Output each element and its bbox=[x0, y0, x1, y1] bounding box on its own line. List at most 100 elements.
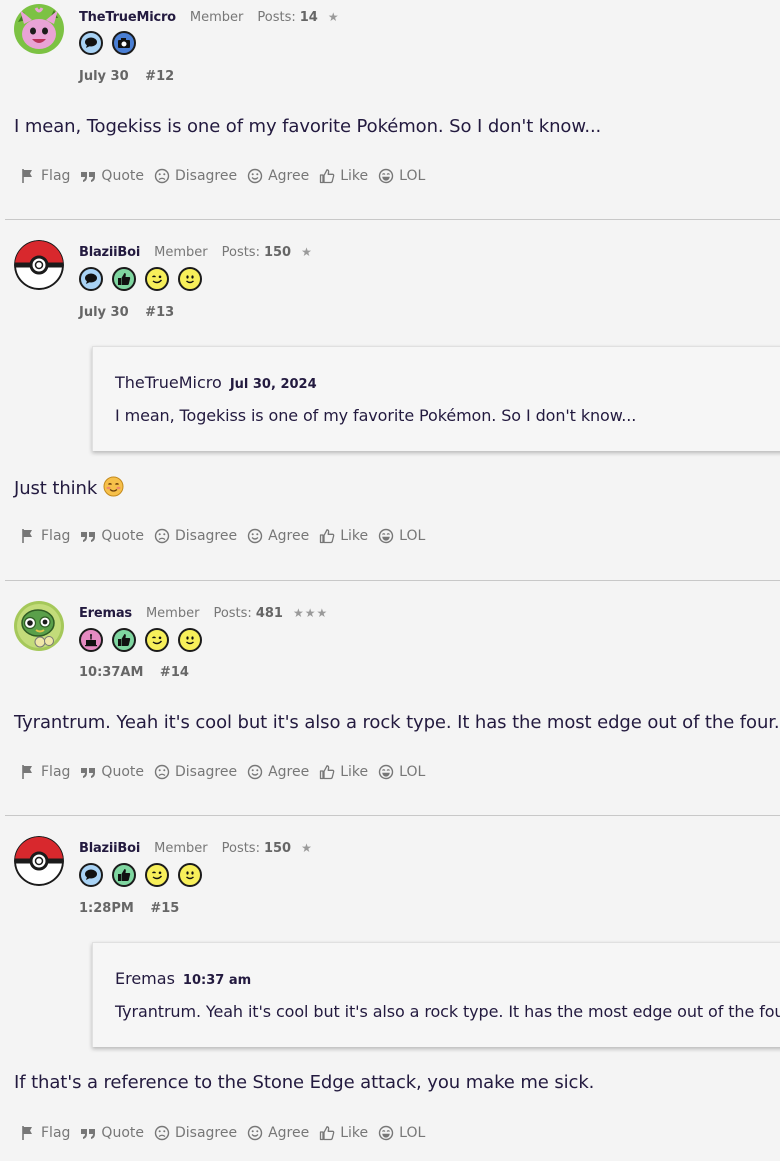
user-line: TheTrueMicro Member Posts: 14 ★ bbox=[79, 10, 340, 25]
badge-row bbox=[79, 31, 136, 55]
thumbs-up-badge[interactable] bbox=[112, 628, 136, 652]
flag-label: Flag bbox=[41, 528, 71, 544]
post-body: If that's a reference to the Stone Edge … bbox=[14, 1072, 595, 1093]
agree-button[interactable]: Agree bbox=[247, 168, 309, 184]
flag-button[interactable]: Flag bbox=[20, 764, 70, 780]
chat-badge[interactable] bbox=[79, 31, 103, 55]
wink-badge[interactable] bbox=[145, 267, 169, 291]
user-role: Member bbox=[145, 606, 200, 621]
flag-button[interactable]: Flag bbox=[20, 168, 70, 184]
quote-author[interactable]: Eremas bbox=[115, 969, 175, 988]
quote-button[interactable]: Quote bbox=[80, 168, 144, 184]
frown-icon bbox=[154, 168, 170, 184]
post-divider bbox=[5, 580, 780, 581]
quote-block[interactable]: Eremas 10:37 am Tyrantrum. Yeah it's cool… bbox=[92, 942, 780, 1047]
post-date[interactable]: 1:28PM bbox=[79, 901, 134, 916]
post-actions: Flag Quote Disagree Agree Like LOL bbox=[20, 1125, 435, 1141]
smile-icon bbox=[247, 1125, 263, 1141]
blush-smiley-icon bbox=[103, 476, 124, 502]
smile-badge[interactable] bbox=[178, 863, 202, 887]
posts-label: Posts: bbox=[257, 10, 296, 25]
post-body: Just think bbox=[14, 476, 124, 502]
cake-badge[interactable] bbox=[79, 628, 103, 652]
posts-count: 150 bbox=[263, 245, 292, 260]
username[interactable]: TheTrueMicro bbox=[79, 10, 176, 25]
agree-button[interactable]: Agree bbox=[247, 764, 309, 780]
quote-header: TheTrueMicro Jul 30, 2024 bbox=[115, 373, 317, 392]
camera-badge[interactable] bbox=[112, 31, 136, 55]
post-date[interactable]: 10:37AM bbox=[79, 665, 143, 680]
like-label: Like bbox=[340, 528, 369, 544]
quote-date[interactable]: Jul 30, 2024 bbox=[230, 377, 317, 392]
like-button[interactable]: Like bbox=[319, 168, 368, 184]
avatar[interactable] bbox=[14, 240, 64, 290]
post-meta: 10:37AM #14 bbox=[79, 665, 189, 680]
lol-button[interactable]: LOL bbox=[378, 764, 425, 780]
post-number[interactable]: #15 bbox=[150, 901, 179, 916]
post-date[interactable]: July 30 bbox=[79, 69, 129, 84]
agree-label: Agree bbox=[268, 168, 310, 184]
flag-button[interactable]: Flag bbox=[20, 1125, 70, 1141]
disagree-button[interactable]: Disagree bbox=[154, 1125, 237, 1141]
like-label: Like bbox=[340, 168, 369, 184]
flag-icon bbox=[22, 765, 32, 779]
like-button[interactable]: Like bbox=[319, 528, 368, 544]
lol-label: LOL bbox=[399, 764, 426, 780]
disagree-button[interactable]: Disagree bbox=[154, 764, 237, 780]
user-role: Member bbox=[154, 841, 208, 856]
agree-label: Agree bbox=[268, 528, 310, 544]
like-label: Like bbox=[340, 764, 369, 780]
quote-button[interactable]: Quote bbox=[80, 764, 144, 780]
disagree-button[interactable]: Disagree bbox=[154, 168, 237, 184]
laugh-icon bbox=[378, 764, 394, 780]
agree-button[interactable]: Agree bbox=[247, 1125, 309, 1141]
wink-badge[interactable] bbox=[145, 628, 169, 652]
post-number[interactable]: #12 bbox=[145, 69, 174, 84]
avatar[interactable] bbox=[14, 836, 64, 886]
badge-row bbox=[79, 628, 202, 652]
lol-button[interactable]: LOL bbox=[378, 1125, 425, 1141]
username[interactable]: BlaziiBoi bbox=[79, 841, 140, 856]
rank-stars: ★ bbox=[327, 10, 340, 24]
post-date[interactable]: July 30 bbox=[79, 305, 129, 320]
smile-badge[interactable] bbox=[178, 267, 202, 291]
like-button[interactable]: Like bbox=[319, 764, 368, 780]
quote-block[interactable]: TheTrueMicro Jul 30, 2024 I mean, Togekis… bbox=[92, 346, 780, 451]
post-number[interactable]: #13 bbox=[145, 305, 174, 320]
posts-count: 14 bbox=[299, 10, 318, 25]
thumbs-up-badge[interactable] bbox=[112, 267, 136, 291]
post-number[interactable]: #14 bbox=[160, 665, 189, 680]
chat-badge[interactable] bbox=[79, 267, 103, 291]
agree-button[interactable]: Agree bbox=[247, 528, 309, 544]
post-body-text: Just think bbox=[14, 478, 98, 499]
avatar[interactable] bbox=[14, 4, 64, 54]
post-divider bbox=[5, 219, 780, 220]
rank-stars: ★ bbox=[301, 841, 313, 855]
laugh-icon bbox=[378, 528, 394, 544]
username[interactable]: Eremas bbox=[79, 606, 132, 621]
post-actions: Flag Quote Disagree Agree Like LOL bbox=[20, 528, 435, 544]
avatar[interactable] bbox=[14, 601, 64, 651]
quote-button[interactable]: Quote bbox=[80, 1125, 144, 1141]
wink-badge[interactable] bbox=[145, 863, 169, 887]
username[interactable]: BlaziiBoi bbox=[79, 245, 140, 260]
like-button[interactable]: Like bbox=[319, 1125, 368, 1141]
lol-button[interactable]: LOL bbox=[378, 528, 425, 544]
flag-icon bbox=[22, 529, 32, 543]
quote-button[interactable]: Quote bbox=[80, 528, 144, 544]
post-meta: July 30 #13 bbox=[79, 305, 174, 320]
thumbs-up-badge[interactable] bbox=[112, 863, 136, 887]
chat-badge[interactable] bbox=[79, 863, 103, 887]
user-line: Eremas Member Posts: 481 ★★★ bbox=[79, 606, 328, 621]
quote-label: Quote bbox=[101, 168, 144, 184]
flag-button[interactable]: Flag bbox=[20, 528, 70, 544]
quote-author[interactable]: TheTrueMicro bbox=[115, 373, 222, 392]
quote-date[interactable]: 10:37 am bbox=[183, 973, 251, 988]
lol-button[interactable]: LOL bbox=[378, 168, 425, 184]
disagree-button[interactable]: Disagree bbox=[154, 528, 237, 544]
laugh-icon bbox=[378, 1125, 394, 1141]
smile-badge[interactable] bbox=[178, 628, 202, 652]
posts-count: 481 bbox=[255, 606, 283, 621]
lol-label: LOL bbox=[399, 1125, 426, 1141]
frown-icon bbox=[154, 528, 170, 544]
